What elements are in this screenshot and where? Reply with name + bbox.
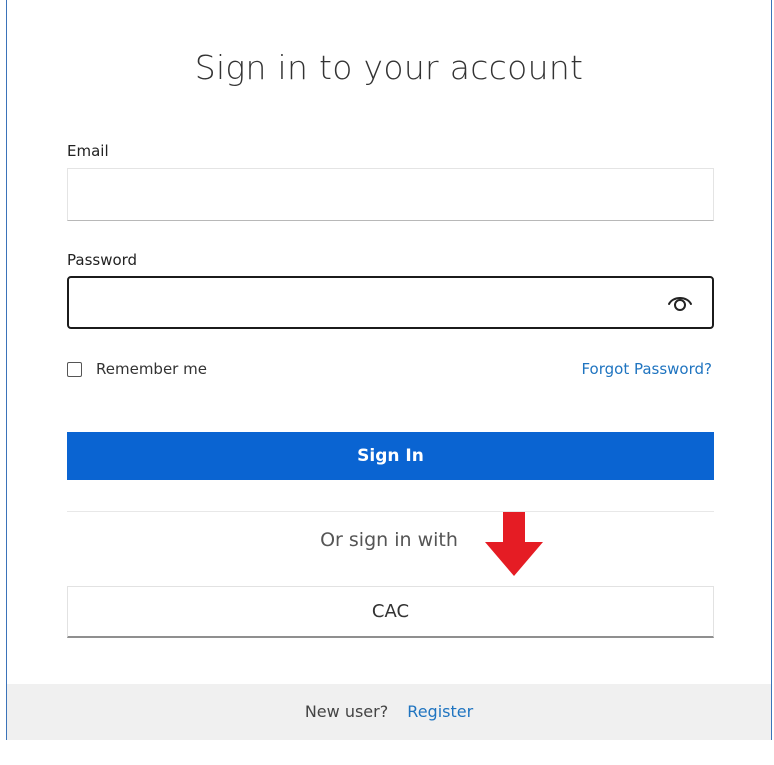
- remember-me-checkbox[interactable]: [67, 361, 82, 377]
- password-label: Password: [67, 251, 138, 269]
- divider: [67, 511, 714, 512]
- sign-in-button[interactable]: Sign In: [67, 432, 714, 480]
- register-link[interactable]: Register: [407, 702, 473, 721]
- footer: New user? Register: [7, 684, 771, 740]
- new-user-text: New user?: [304, 702, 389, 721]
- alt-signin-text: Or sign in with: [320, 529, 458, 551]
- forgot-password-link[interactable]: Forgot Password?: [581, 360, 712, 378]
- page-background: [0, 740, 774, 765]
- eye-icon[interactable]: [667, 293, 693, 313]
- email-label: Email: [67, 142, 109, 160]
- page-title: Sign in to your account: [194, 48, 584, 87]
- password-field[interactable]: [67, 276, 714, 329]
- remember-me-toggle[interactable]: Remember me: [67, 360, 207, 378]
- login-card: Sign in to your account Email Password R…: [6, 0, 772, 740]
- remember-me-label: Remember me: [96, 360, 207, 378]
- down-arrow-icon: [485, 512, 543, 576]
- cac-button[interactable]: CAC: [67, 586, 714, 638]
- email-field[interactable]: [67, 168, 714, 221]
